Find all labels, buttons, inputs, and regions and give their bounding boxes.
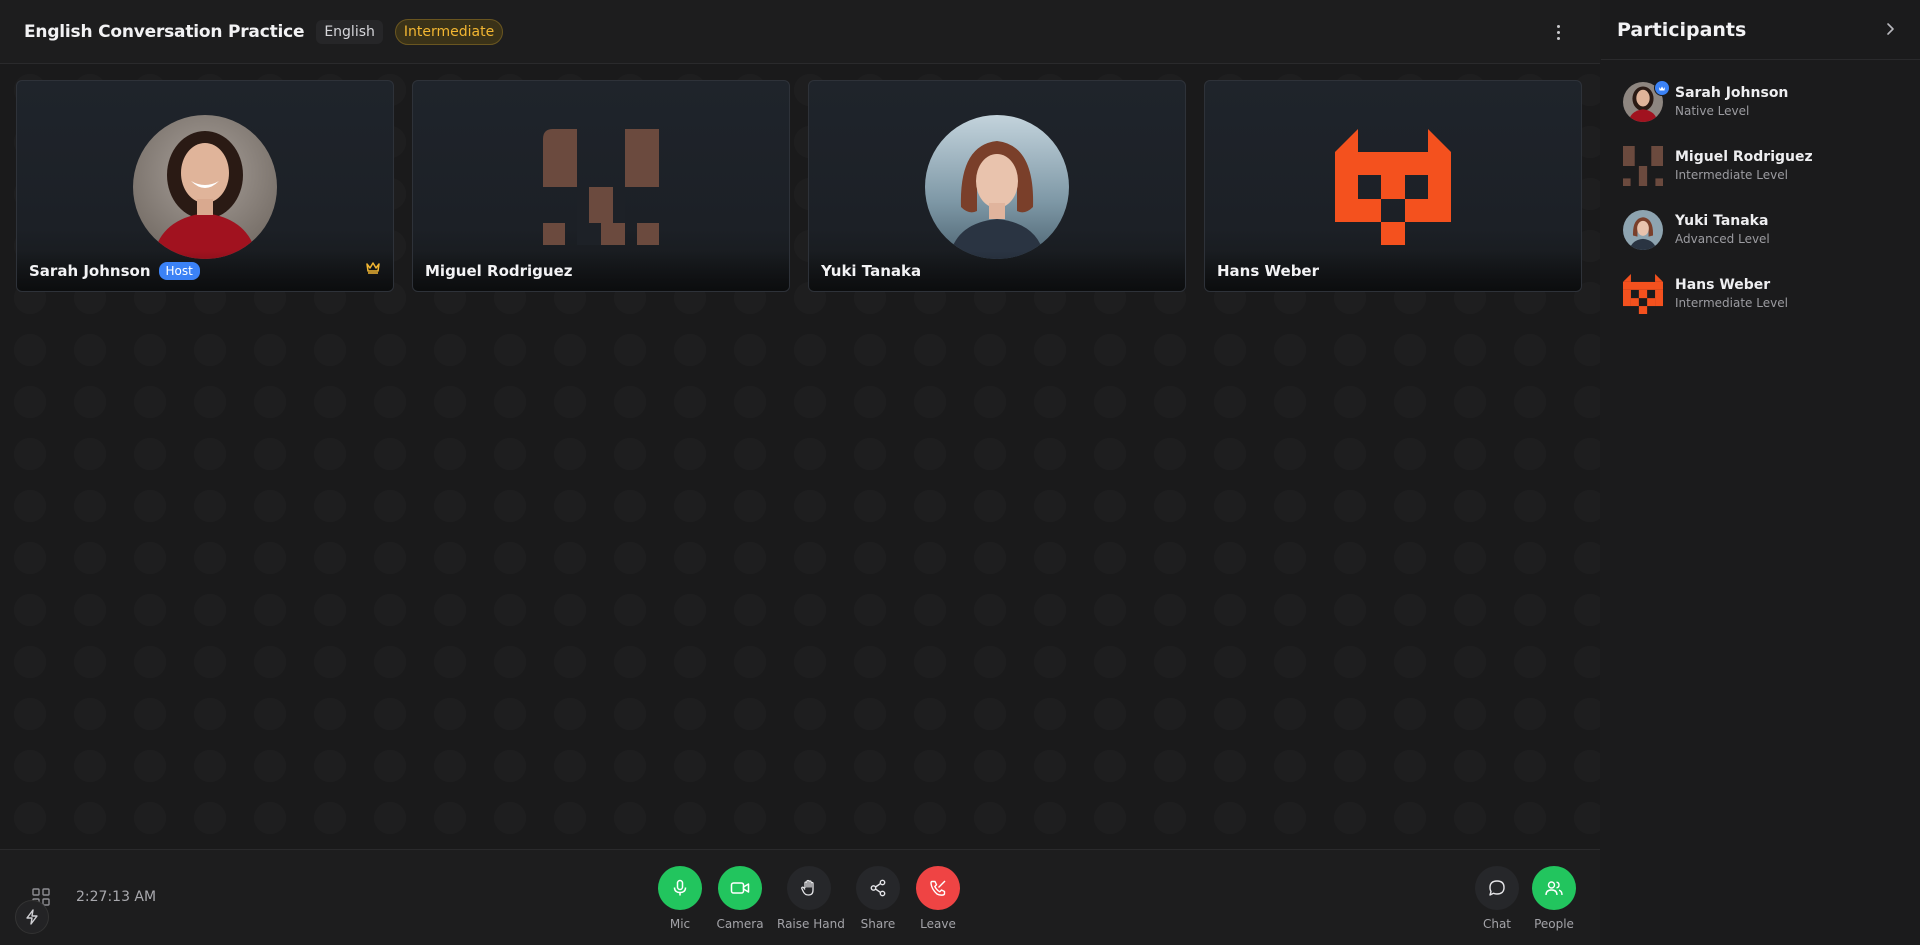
participants-header: Participants (1601, 0, 1920, 60)
tile-name: Yuki Tanaka (821, 262, 922, 280)
people-control[interactable]: People (1522, 866, 1586, 931)
meeting-header: English Conversation Practice English In… (0, 0, 1600, 64)
brown-identicon-icon (543, 129, 659, 245)
meeting-clock: 2:27:13 AM (76, 889, 157, 905)
raise-hand-control[interactable]: Raise Hand (777, 866, 845, 931)
brown-identicon-icon (1623, 146, 1663, 186)
host-badge: Host (158, 262, 200, 280)
avatar (529, 115, 673, 259)
video-tile-miguel[interactable]: Miguel Rodriguez (412, 80, 790, 292)
video-tile-hans[interactable]: Hans Weber (1204, 80, 1582, 292)
hang-up-icon (930, 880, 946, 896)
mic-button[interactable] (658, 866, 702, 910)
orange-identicon-icon (1335, 129, 1451, 245)
people-label: People (1534, 917, 1574, 931)
chat-control[interactable]: Chat (1465, 866, 1529, 931)
tile-nameplate: Yuki Tanaka (809, 251, 1185, 291)
share-control[interactable]: Share (846, 866, 910, 931)
share-icon (870, 879, 886, 897)
video-tile-sarah[interactable]: Sarah Johnson Host (16, 80, 394, 292)
avatar (1321, 115, 1465, 259)
raise-hand-label: Raise Hand (777, 917, 845, 931)
participant-item[interactable]: Miguel Rodriguez Intermediate Level (1623, 146, 1903, 210)
tile-name: Sarah Johnson (29, 262, 151, 280)
participant-level: Native Level (1675, 104, 1750, 118)
camera-icon (730, 882, 750, 894)
host-crown-icon (1654, 80, 1670, 96)
avatar (1623, 210, 1663, 250)
participant-name: Miguel Rodriguez (1675, 149, 1813, 165)
chat-icon (1489, 880, 1505, 896)
avatar (133, 115, 277, 259)
participant-level: Advanced Level (1675, 232, 1770, 246)
avatar-photo (133, 115, 277, 259)
participant-item[interactable]: Hans Weber Intermediate Level (1623, 274, 1903, 338)
more-options-icon[interactable] (1548, 22, 1568, 42)
leave-label: Leave (920, 917, 956, 931)
chevron-right-icon[interactable] (1882, 21, 1898, 41)
avatar (1623, 146, 1663, 186)
participant-name: Sarah Johnson (1675, 85, 1789, 101)
hand-icon (801, 879, 814, 896)
bolt-icon[interactable] (15, 900, 49, 934)
leave-control[interactable]: Leave (906, 866, 970, 931)
participants-title: Participants (1617, 18, 1747, 41)
participant-level: Intermediate Level (1675, 296, 1788, 310)
video-tile-yuki[interactable]: Yuki Tanaka (808, 80, 1186, 292)
camera-label: Camera (716, 917, 764, 931)
avatar (925, 115, 1069, 259)
orange-identicon-icon (1623, 274, 1663, 314)
people-button[interactable] (1532, 866, 1576, 910)
participant-item[interactable]: Sarah Johnson Native Level (1623, 80, 1903, 146)
tile-nameplate: Sarah Johnson Host (17, 251, 393, 291)
camera-button[interactable] (718, 866, 762, 910)
share-label: Share (860, 917, 896, 931)
tile-nameplate: Hans Weber (1205, 251, 1581, 291)
participant-name: Yuki Tanaka (1675, 213, 1769, 229)
meeting-title: English Conversation Practice (24, 21, 305, 42)
mic-icon (673, 879, 687, 896)
avatar-photo (925, 115, 1069, 259)
participant-item[interactable]: Yuki Tanaka Advanced Level (1623, 210, 1903, 274)
tile-nameplate: Miguel Rodriguez (413, 251, 789, 291)
tile-name: Hans Weber (1217, 262, 1319, 280)
chat-label: Chat (1482, 917, 1512, 931)
participant-name: Hans Weber (1675, 277, 1771, 293)
mic-label: Mic (669, 917, 691, 931)
share-button[interactable] (856, 866, 900, 910)
tile-name: Miguel Rodriguez (425, 262, 573, 280)
camera-control[interactable]: Camera (708, 866, 772, 931)
mic-control[interactable]: Mic (648, 866, 712, 931)
video-grid: Sarah Johnson Host Miguel Rodriguez Yuki… (0, 64, 1600, 849)
raise-hand-button[interactable] (787, 866, 831, 910)
language-tag: English (316, 19, 383, 44)
meeting-main: English Conversation Practice English In… (0, 0, 1600, 945)
level-badge: Intermediate (394, 18, 504, 45)
leave-button[interactable] (916, 866, 960, 910)
participants-panel: Participants Sarah Johnson Native Level (1601, 0, 1920, 945)
participant-list: Sarah Johnson Native Level Miguel Rodrig (1623, 80, 1903, 338)
people-icon (1545, 881, 1563, 896)
chat-button[interactable] (1475, 866, 1519, 910)
crown-icon (365, 259, 381, 278)
participant-level: Intermediate Level (1675, 168, 1788, 182)
avatar (1623, 274, 1663, 314)
